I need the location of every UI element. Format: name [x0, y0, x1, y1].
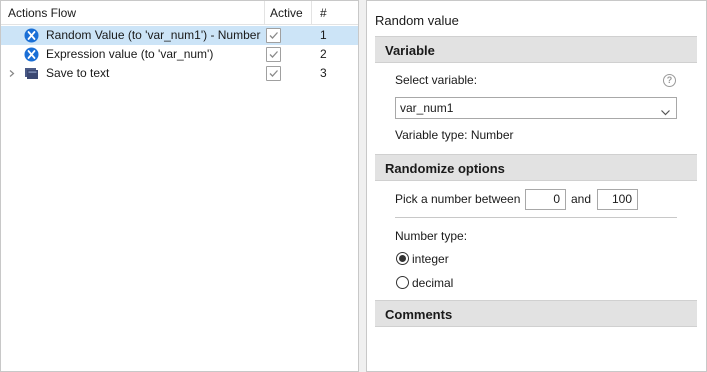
active-checkbox[interactable] [266, 28, 281, 43]
pick-between-label: Pick a number between [395, 192, 521, 206]
variable-select[interactable]: var_num1 [395, 97, 677, 119]
variable-select-value: var_num1 [400, 101, 454, 115]
min-value-input[interactable]: 0 [525, 189, 566, 210]
flow-row-expression-value[interactable]: Expression value (to 'var_num') 2 [1, 45, 358, 64]
flow-row-number: 3 [320, 66, 327, 80]
chevron-down-icon [661, 105, 670, 119]
and-label: and [571, 192, 592, 206]
divider [395, 217, 677, 218]
variable-x-icon [24, 47, 39, 62]
column-divider[interactable] [311, 1, 312, 24]
active-checkbox[interactable] [266, 47, 281, 62]
flow-row-save-to-text[interactable]: Save to text 3 [1, 64, 358, 83]
flow-row-random-value[interactable]: Random Value (to 'var_num1') - Number 1 [1, 26, 358, 45]
variable-x-icon [24, 28, 39, 43]
select-variable-label: Select variable: [395, 73, 478, 87]
decimal-radio[interactable] [396, 276, 409, 289]
column-header-number[interactable]: # [320, 1, 327, 24]
integer-radio[interactable] [396, 252, 409, 265]
flow-row-label: Expression value (to 'var_num') [46, 47, 214, 61]
column-divider[interactable] [264, 1, 265, 24]
column-header-active[interactable]: Active [270, 1, 303, 24]
actions-flow-header: Actions Flow Active # [1, 1, 358, 25]
section-comments-header[interactable]: Comments [375, 300, 697, 327]
integer-radio-label[interactable]: integer [412, 252, 449, 266]
section-randomize-header[interactable]: Randomize options [375, 154, 697, 181]
properties-panel: Random value Variable Select variable: ?… [366, 0, 707, 372]
flow-row-label: Save to text [46, 66, 110, 80]
flow-row-number: 2 [320, 47, 327, 61]
column-header-name[interactable]: Actions Flow [8, 1, 76, 24]
max-value-input[interactable]: 100 [597, 189, 638, 210]
section-variable-header[interactable]: Variable [375, 36, 697, 63]
save-to-text-icon [24, 66, 39, 81]
variable-type-text: Variable type: Number [395, 128, 514, 142]
expand-chevron-icon[interactable] [8, 64, 18, 83]
number-type-label: Number type: [395, 229, 468, 243]
help-icon[interactable]: ? [663, 74, 676, 87]
active-checkbox[interactable] [266, 66, 281, 81]
panel-title: Random value [375, 13, 459, 28]
flow-row-label: Random Value (to 'var_num1') - Number [46, 28, 261, 42]
decimal-radio-label[interactable]: decimal [412, 276, 453, 290]
flow-row-number: 1 [320, 28, 327, 42]
actions-flow-panel: Actions Flow Active # Random Value (to '… [0, 0, 359, 372]
